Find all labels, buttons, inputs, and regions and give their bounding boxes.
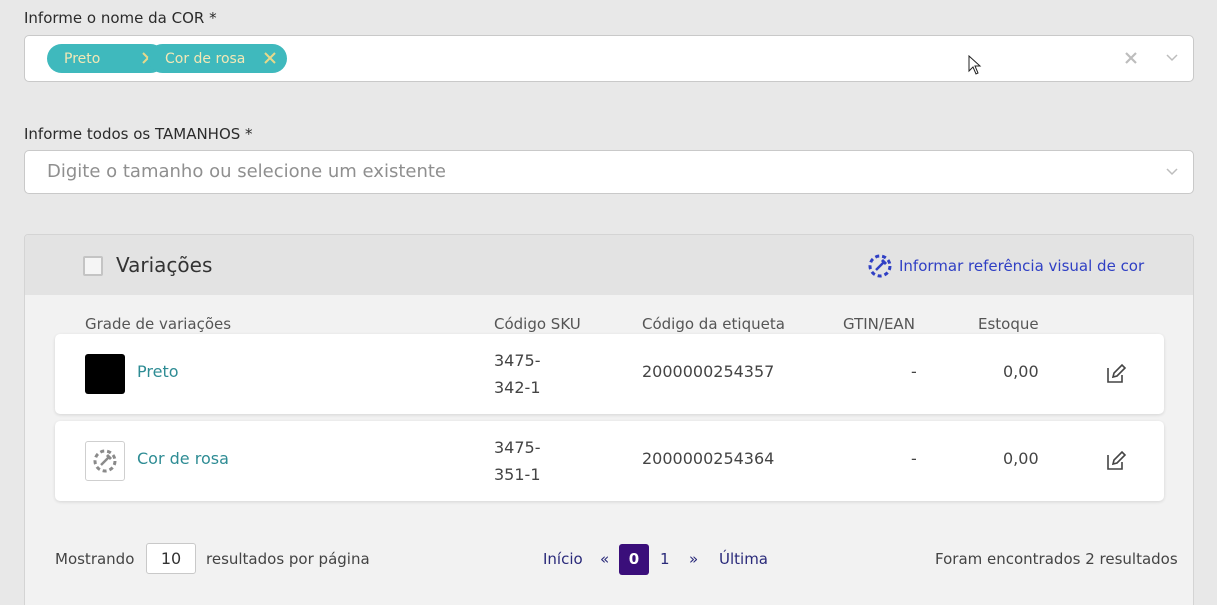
variation-name[interactable]: Cor de rosa xyxy=(137,449,229,468)
visual-ref-link[interactable]: Informar referência visual de cor xyxy=(867,253,1144,279)
variation-stock: 0,00 xyxy=(1003,362,1039,381)
col-tag: Código da etiqueta xyxy=(642,315,785,333)
color-select[interactable]: Preto Cor de rosa xyxy=(24,35,1194,82)
variation-tag-code: 2000000254357 xyxy=(642,362,775,381)
variation-sku: 3475- 342-1 xyxy=(494,347,564,401)
chip-label: Preto xyxy=(64,50,101,67)
page-prev[interactable]: « xyxy=(600,550,609,568)
edit-icon[interactable] xyxy=(1105,450,1127,472)
mouse-cursor-icon xyxy=(968,55,982,75)
size-placeholder: Digite o tamanho ou selecione um existen… xyxy=(47,161,446,182)
chip-label: Cor de rosa xyxy=(165,50,246,67)
col-gtin: GTIN/EAN xyxy=(843,315,915,333)
sku-line: 3475- xyxy=(494,351,541,370)
table-row: Preto 3475- 342-1 2000000254357 - 0,00 xyxy=(55,334,1164,414)
col-sku: Código SKU xyxy=(494,315,581,333)
select-all-checkbox[interactable] xyxy=(83,256,103,276)
page-last[interactable]: Última xyxy=(719,550,768,568)
page-first[interactable]: Início xyxy=(543,550,583,568)
remove-chip-icon[interactable] xyxy=(262,50,278,66)
variation-gtin: - xyxy=(911,449,917,468)
variation-tag-code: 2000000254364 xyxy=(642,449,775,468)
page-current[interactable]: 0 xyxy=(619,544,649,575)
page-1[interactable]: 1 xyxy=(660,550,670,568)
sku-line: 342-1 xyxy=(494,378,541,397)
color-swatch xyxy=(85,354,125,394)
per-page-suffix: resultados por página xyxy=(206,550,370,568)
variation-gtin: - xyxy=(911,362,917,381)
chip-cor-de-rosa: Cor de rosa xyxy=(148,44,287,73)
variations-title: Variações xyxy=(116,253,213,277)
variations-header: Variações Informar referência visual de … xyxy=(25,235,1193,295)
chevron-down-icon[interactable] xyxy=(1165,52,1179,64)
size-field-label: Informe todos os TAMANHOS * xyxy=(24,125,253,143)
visual-ref-label: Informar referência visual de cor xyxy=(899,257,1145,275)
results-count: Foram encontrados 2 resultados xyxy=(935,550,1178,568)
per-page-input[interactable]: 10 xyxy=(146,543,196,574)
chevron-down-icon[interactable] xyxy=(1165,166,1179,178)
size-select[interactable]: Digite o tamanho ou selecione um existen… xyxy=(24,150,1194,194)
col-grade: Grade de variações xyxy=(85,315,232,333)
col-stock: Estoque xyxy=(978,315,1039,333)
variations-panel: Variações Informar referência visual de … xyxy=(24,234,1194,605)
showing-label: Mostrando xyxy=(55,550,135,568)
variation-sku: 3475- 351-1 xyxy=(494,434,564,488)
color-picker-icon xyxy=(868,254,892,278)
sku-line: 3475- xyxy=(494,438,541,457)
variation-stock: 0,00 xyxy=(1003,449,1039,468)
page-next[interactable]: » xyxy=(689,550,698,568)
color-field-label: Informe o nome da COR * xyxy=(24,9,217,27)
color-picker-swatch[interactable] xyxy=(85,441,125,481)
edit-icon[interactable] xyxy=(1105,363,1127,385)
sku-line: 351-1 xyxy=(494,465,541,484)
variation-name[interactable]: Preto xyxy=(137,362,179,381)
color-picker-icon xyxy=(93,449,117,473)
table-row: Cor de rosa 3475- 351-1 2000000254364 - … xyxy=(55,421,1164,501)
clear-icon[interactable] xyxy=(1123,50,1139,66)
